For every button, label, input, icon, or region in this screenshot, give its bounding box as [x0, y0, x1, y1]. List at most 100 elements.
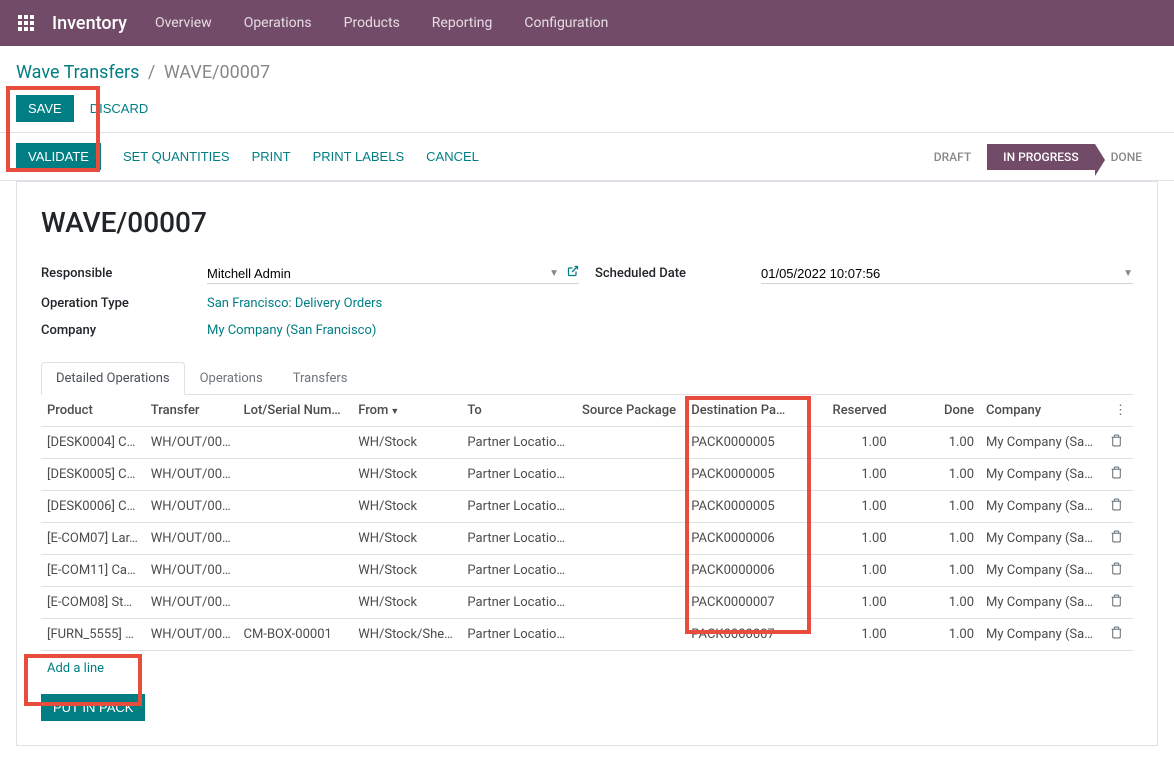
- chevron-down-icon[interactable]: ▼: [1123, 268, 1133, 279]
- chevron-down-icon[interactable]: ▼: [549, 268, 559, 279]
- external-link-icon[interactable]: [567, 265, 579, 281]
- cell-reserved: 1.00: [794, 459, 892, 491]
- cell-reserved: 1.00: [794, 587, 892, 619]
- breadcrumb-parent[interactable]: Wave Transfers: [16, 62, 139, 83]
- menu-reporting[interactable]: Reporting: [432, 15, 493, 31]
- print-button[interactable]: PRINT: [252, 149, 291, 164]
- th-dest-package[interactable]: Destination Pa…: [685, 395, 794, 427]
- company-link[interactable]: My Company (San Francisco): [207, 323, 376, 338]
- responsible-field[interactable]: ▼: [207, 263, 579, 284]
- cell-to: Partner Location…: [461, 555, 576, 587]
- label-operation-type: Operation Type: [41, 296, 191, 311]
- th-product[interactable]: Product: [41, 395, 145, 427]
- cell-product: [E-COM11] Cab…: [41, 555, 145, 587]
- cell-company: My Company (Sa…: [980, 587, 1100, 619]
- th-transfer[interactable]: Transfer: [145, 395, 238, 427]
- delete-row-icon[interactable]: [1100, 523, 1133, 555]
- table-row[interactable]: [DESK0005] Cu…WH/OUT/000…WH/StockPartner…: [41, 459, 1133, 491]
- put-in-pack-button[interactable]: PUT IN PACK: [41, 694, 145, 721]
- cell-product: [DESK0004] Cu…: [41, 427, 145, 459]
- cell-transfer: WH/OUT/000…: [145, 555, 238, 587]
- menu-overview[interactable]: Overview: [155, 15, 212, 31]
- tab-transfers[interactable]: Transfers: [278, 362, 363, 395]
- th-reserved[interactable]: Reserved: [794, 395, 892, 427]
- status-in-progress[interactable]: IN PROGRESS: [987, 144, 1094, 170]
- th-source-package[interactable]: Source Package: [576, 395, 685, 427]
- scheduled-date-field[interactable]: ▼: [761, 264, 1133, 284]
- cell-done: 1.00: [893, 491, 980, 523]
- cell-source-package: [576, 619, 685, 651]
- cell-from: WH/Stock/Shelf…: [352, 619, 461, 651]
- cell-from: WH/Stock: [352, 555, 461, 587]
- set-quantities-button[interactable]: SET QUANTITIES: [123, 149, 230, 164]
- cell-reserved: 1.00: [794, 555, 892, 587]
- cell-transfer: WH/OUT/000…: [145, 587, 238, 619]
- tab-detailed-operations[interactable]: Detailed Operations: [41, 362, 185, 395]
- table-row[interactable]: [E-COM11] Cab…WH/OUT/000… WH/StockPartner…: [41, 555, 1133, 587]
- delete-row-icon[interactable]: [1100, 491, 1133, 523]
- operation-type-link[interactable]: San Francisco: Delivery Orders: [207, 296, 382, 311]
- status-bar: DRAFT IN PROGRESS DONE: [918, 144, 1158, 170]
- column-options-icon[interactable]: ⋮: [1100, 395, 1133, 427]
- breadcrumb-sep: /: [148, 62, 155, 83]
- cell-source-package: [576, 587, 685, 619]
- delete-row-icon[interactable]: [1100, 587, 1133, 619]
- discard-button[interactable]: DISCARD: [90, 101, 149, 116]
- th-done[interactable]: Done: [893, 395, 980, 427]
- cell-dest-package: PACK0000006: [685, 523, 794, 555]
- apps-icon[interactable]: [16, 13, 36, 33]
- cell-done: 1.00: [893, 459, 980, 491]
- cell-dest-package: PACK0000006: [685, 555, 794, 587]
- menu-products[interactable]: Products: [344, 15, 400, 31]
- delete-row-icon[interactable]: [1100, 555, 1133, 587]
- cell-company: My Company (Sa…: [980, 491, 1100, 523]
- cell-company: My Company (Sa…: [980, 427, 1100, 459]
- th-to[interactable]: To: [461, 395, 576, 427]
- cell-product: [DESK0005] Cu…: [41, 459, 145, 491]
- cell-done: 1.00: [893, 523, 980, 555]
- cell-from: WH/Stock: [352, 587, 461, 619]
- cell-lot: [238, 427, 353, 459]
- cell-lot: [238, 491, 353, 523]
- cell-lot: [238, 459, 353, 491]
- add-line-link[interactable]: Add a line: [47, 661, 104, 676]
- th-lot[interactable]: Lot/Serial Num…: [238, 395, 353, 427]
- cancel-button[interactable]: CANCEL: [426, 149, 479, 164]
- cell-product: [DESK0006] Cu…: [41, 491, 145, 523]
- cell-reserved: 1.00: [794, 523, 892, 555]
- scheduled-date-input[interactable]: [761, 266, 1123, 281]
- app-brand[interactable]: Inventory: [52, 13, 127, 34]
- save-button[interactable]: SAVE: [16, 95, 74, 122]
- responsible-input[interactable]: [207, 266, 549, 281]
- print-labels-button[interactable]: PRINT LABELS: [313, 149, 405, 164]
- label-responsible: Responsible: [41, 266, 191, 281]
- cell-reserved: 1.00: [794, 491, 892, 523]
- delete-row-icon[interactable]: [1100, 619, 1133, 651]
- menu-operations[interactable]: Operations: [244, 15, 312, 31]
- cell-source-package: [576, 523, 685, 555]
- cell-product: [E-COM08] Stor…: [41, 587, 145, 619]
- cell-source-package: [576, 459, 685, 491]
- table-row[interactable]: [E-COM07] Lar…WH/OUT/000…WH/StockPartner…: [41, 523, 1133, 555]
- th-company[interactable]: Company: [980, 395, 1100, 427]
- table-row[interactable]: [DESK0004] Cu…WH/OUT/000…WH/StockPartner…: [41, 427, 1133, 459]
- operations-table: Product Transfer Lot/Serial Num… From▼ T…: [41, 395, 1133, 651]
- th-from[interactable]: From▼: [352, 395, 461, 427]
- label-scheduled-date: Scheduled Date: [595, 266, 745, 281]
- validate-button[interactable]: VALIDATE: [16, 143, 101, 170]
- table-row[interactable]: [E-COM08] Stor…WH/OUT/000…WH/StockPartne…: [41, 587, 1133, 619]
- table-row[interactable]: [FURN_5555] C…WH/OUT/000…CM-BOX-00001WH/…: [41, 619, 1133, 651]
- cell-from: WH/Stock: [352, 523, 461, 555]
- delete-row-icon[interactable]: [1100, 459, 1133, 491]
- cell-transfer: WH/OUT/000…: [145, 427, 238, 459]
- menu-configuration[interactable]: Configuration: [524, 15, 608, 31]
- delete-row-icon[interactable]: [1100, 427, 1133, 459]
- cell-transfer: WH/OUT/000…: [145, 491, 238, 523]
- cell-done: 1.00: [893, 619, 980, 651]
- cell-reserved: 1.00: [794, 427, 892, 459]
- record-title: WAVE/00007: [41, 206, 1133, 239]
- cell-to: Partner Location…: [461, 619, 576, 651]
- table-row[interactable]: [DESK0006] Cu…WH/OUT/000…WH/StockPartner…: [41, 491, 1133, 523]
- status-done[interactable]: DONE: [1095, 144, 1158, 170]
- tab-operations[interactable]: Operations: [185, 362, 278, 395]
